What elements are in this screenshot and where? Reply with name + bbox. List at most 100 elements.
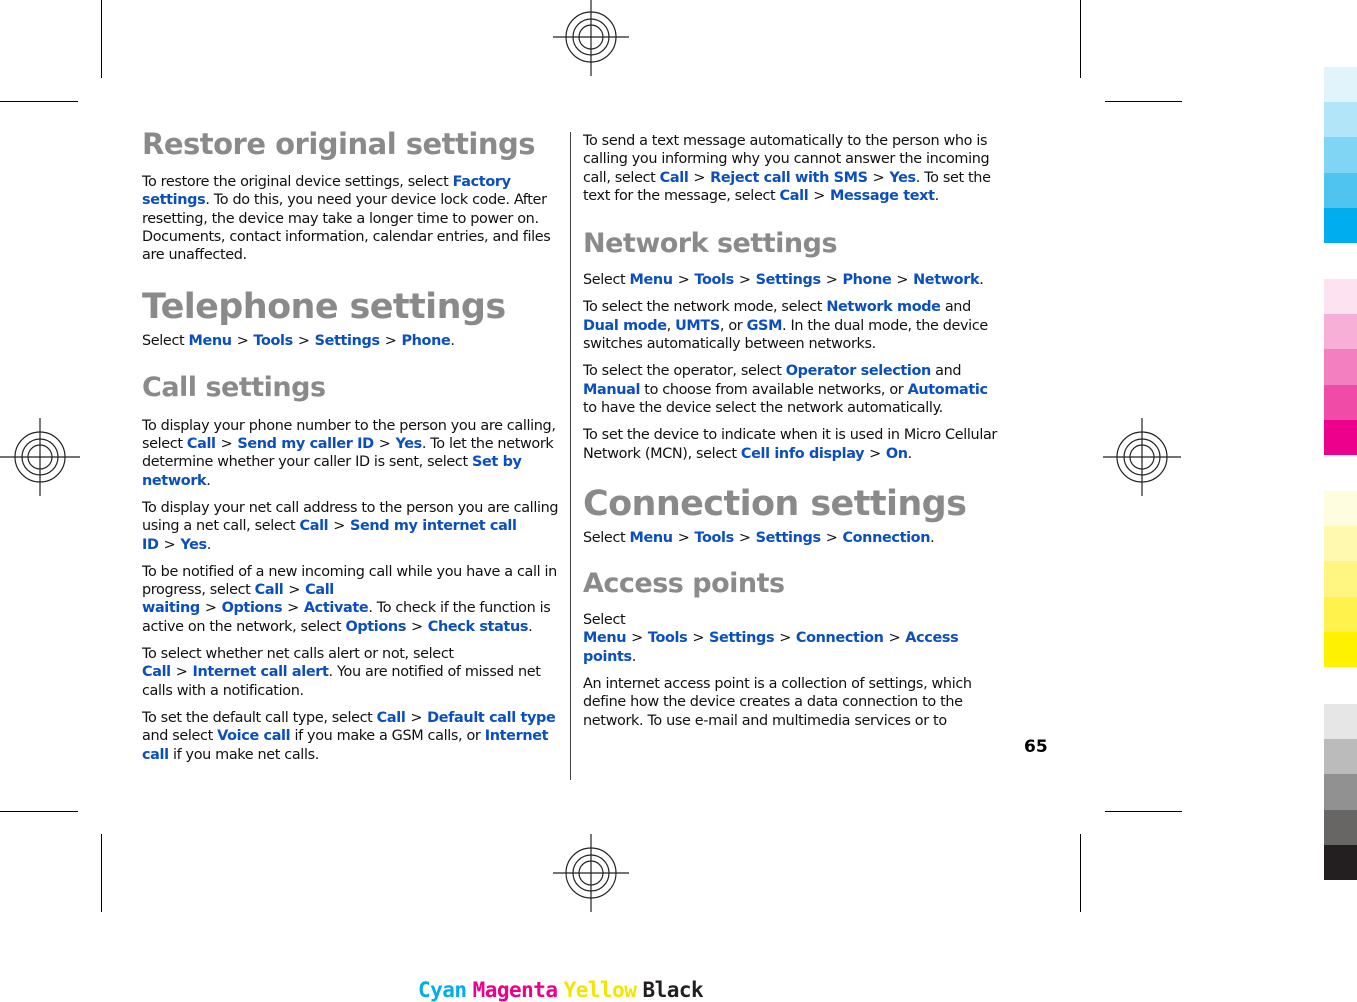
path-phone[interactable]: Phone [401,333,450,349]
link-network-mode[interactable]: Network mode [826,299,941,315]
page-number: 65 [1024,737,1048,757]
call-settings-paragraph: To be notified of a new incoming call wh… [142,563,557,635]
path-connection[interactable]: Connection [842,530,930,546]
link-call[interactable]: Call [780,188,809,204]
link-dual-mode[interactable]: Dual mode [583,318,667,334]
registration-mark-icon [1103,418,1181,496]
heading-telephone-settings: Telephone settings [142,287,506,328]
link-call[interactable]: Call [255,582,284,598]
link-call[interactable]: Call [142,664,171,680]
right-column: To send a text message automatically to … [583,132,1001,739]
link-options[interactable]: Options [345,619,406,635]
crop-mark [1080,0,1081,78]
path-settings[interactable]: Settings [756,272,821,288]
crop-mark [0,101,78,102]
link-yes[interactable]: Yes [889,170,916,186]
cyan-swatch [1324,102,1357,138]
path-menu[interactable]: Menu [630,272,674,288]
registration-mark-icon [0,418,80,496]
yellow-swatch [1324,631,1357,668]
cyan-swatch [1324,207,1357,244]
restore-paragraph: To restore the original device settings,… [142,174,551,264]
black-swatch [1324,809,1357,846]
link-on[interactable]: On [886,446,908,462]
path-tools[interactable]: Tools [253,333,293,349]
call-settings-paragraph: To set the default call type, select Cal… [142,709,556,763]
cmyk-magenta: Magenta [472,978,559,1002]
path-settings[interactable]: Settings [756,530,821,546]
link-gsm[interactable]: GSM [747,318,783,334]
left-column: Restore original settings To restore the… [142,127,562,773]
crop-mark [1105,811,1182,812]
access-points-paragraph: An internet access point is a collection… [583,676,972,729]
link-yes[interactable]: Yes [180,537,207,553]
link-yes[interactable]: Yes [395,436,422,452]
cyan-swatch [1324,172,1357,209]
link-check-status[interactable]: Check status [428,619,529,635]
cmyk-label: Cyan Magenta Yellow Black [418,978,709,1002]
crop-mark [1105,101,1182,102]
call-settings-paragraph: To select whether net calls alert or not… [142,646,541,699]
link-call[interactable]: Call [187,436,216,452]
telephone-menu-path: Select Menu > Tools > Settings > Phone. [142,333,455,350]
path-menu[interactable]: Menu [189,333,233,349]
path-settings[interactable]: Settings [709,630,774,646]
network-menu-path: Select Menu > Tools > Settings > Phone > Network… [583,272,984,289]
magenta-swatch [1324,314,1357,350]
link-activate[interactable]: Activate [304,600,369,616]
heading-connection-settings: Connection settings [583,483,967,524]
link-send-my-caller-id[interactable]: Send my caller ID [237,436,374,452]
network-paragraph: To select the operator, select Operator … [583,363,988,416]
yellow-swatch [1324,561,1357,597]
link-reject-call-with-sms[interactable]: Reject call with SMS [710,170,868,186]
path-menu[interactable]: Menu [630,530,674,546]
link-call[interactable]: Call [660,170,689,186]
access-points-menu-path: Select Menu > Tools > Settings > Connection > Ac… [583,612,959,665]
path-tools[interactable]: Tools [648,630,688,646]
sms-paragraph: To send a text message automatically to … [583,133,991,204]
call-settings-paragraph: To display your phone number to the pers… [142,417,556,489]
network-paragraph: To set the device to indicate when it is… [583,427,998,462]
link-message-text[interactable]: Message text [830,188,935,204]
magenta-swatch [1324,279,1357,315]
link-automatic[interactable]: Automatic [908,382,988,398]
cmyk-black: Black [642,978,704,1002]
yellow-swatch [1324,526,1357,562]
crop-mark [0,811,78,812]
link-manual[interactable]: Manual [583,382,640,398]
path-network[interactable]: Network [913,272,979,288]
cmyk-yellow: Yellow [563,978,637,1002]
link-options[interactable]: Options [222,600,283,616]
crop-mark [1080,834,1081,912]
black-swatch [1324,774,1357,810]
connection-menu-path: Select Menu > Tools > Settings > Connection. [583,529,935,546]
heading-network-settings: Network settings [583,228,838,260]
path-tools[interactable]: Tools [694,530,734,546]
path-settings[interactable]: Settings [315,333,380,349]
call-settings-paragraph: To display your net call address to the … [142,499,559,553]
yellow-swatch [1324,596,1357,633]
path-menu[interactable]: Menu [583,630,627,646]
link-umts[interactable]: UMTS [675,318,720,334]
heading-restore-original-settings: Restore original settings [142,127,536,161]
crop-mark [101,834,102,912]
link-internet-call-alert[interactable]: Internet call alert [192,664,328,680]
path-connection[interactable]: Connection [796,630,884,646]
cmyk-cyan: Cyan [418,978,467,1002]
magenta-swatch [1324,349,1357,385]
cyan-swatch [1324,67,1357,103]
link-default-call-type[interactable]: Default call type [427,710,556,726]
link-call[interactable]: Call [377,710,406,726]
magenta-swatch [1324,419,1357,456]
black-swatch [1324,704,1357,740]
link-operator-selection[interactable]: Operator selection [786,363,932,379]
link-call[interactable]: Call [300,518,329,534]
heading-access-points: Access points [583,568,785,600]
link-cell-info-display[interactable]: Cell info display [741,446,865,462]
black-swatch [1324,844,1357,881]
registration-mark-icon [553,0,629,76]
path-tools[interactable]: Tools [694,272,734,288]
link-voice-call[interactable]: Voice call [217,728,290,744]
network-paragraph: To select the network mode, select Netwo… [583,299,988,353]
path-phone[interactable]: Phone [842,272,891,288]
